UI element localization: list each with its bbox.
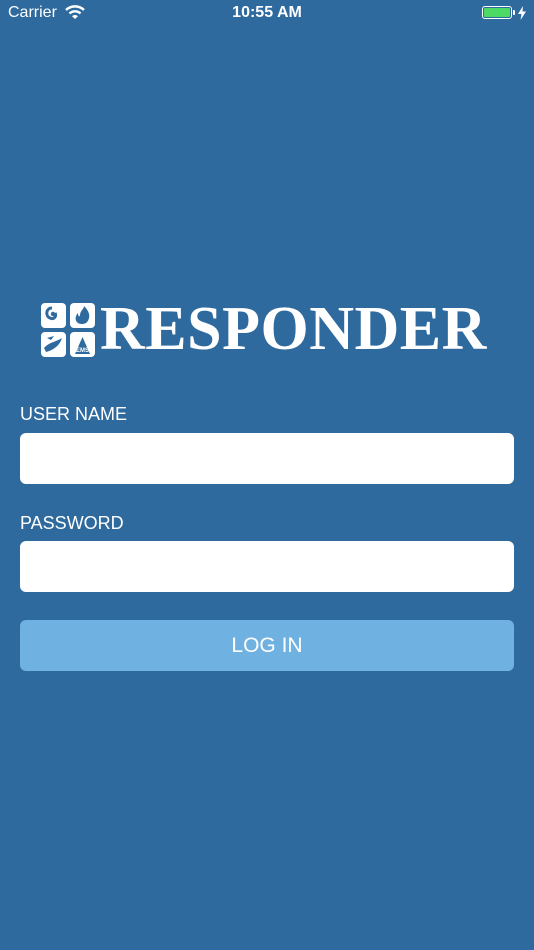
responder-logo: EMS RESPONDER [40, 298, 500, 360]
battery-cap [513, 10, 515, 15]
status-bar: Carrier 10:55 AM [0, 0, 534, 28]
charging-bolt-icon [518, 6, 526, 25]
logo-badge-text: EMS [76, 348, 89, 354]
logo-emblem-icon: EMS [41, 303, 95, 357]
login-button-label: LOG IN [231, 633, 303, 657]
battery-level [484, 8, 510, 17]
logo-wordmark: RESPONDER [100, 295, 487, 363]
login-button[interactable]: LOG IN [20, 620, 514, 671]
password-label: PASSWORD [20, 513, 124, 533]
status-time: 10:55 AM [232, 4, 302, 21]
battery-icon [482, 6, 512, 19]
username-label: USER NAME [20, 404, 128, 424]
password-input[interactable] [20, 541, 514, 592]
username-input[interactable] [20, 433, 514, 484]
